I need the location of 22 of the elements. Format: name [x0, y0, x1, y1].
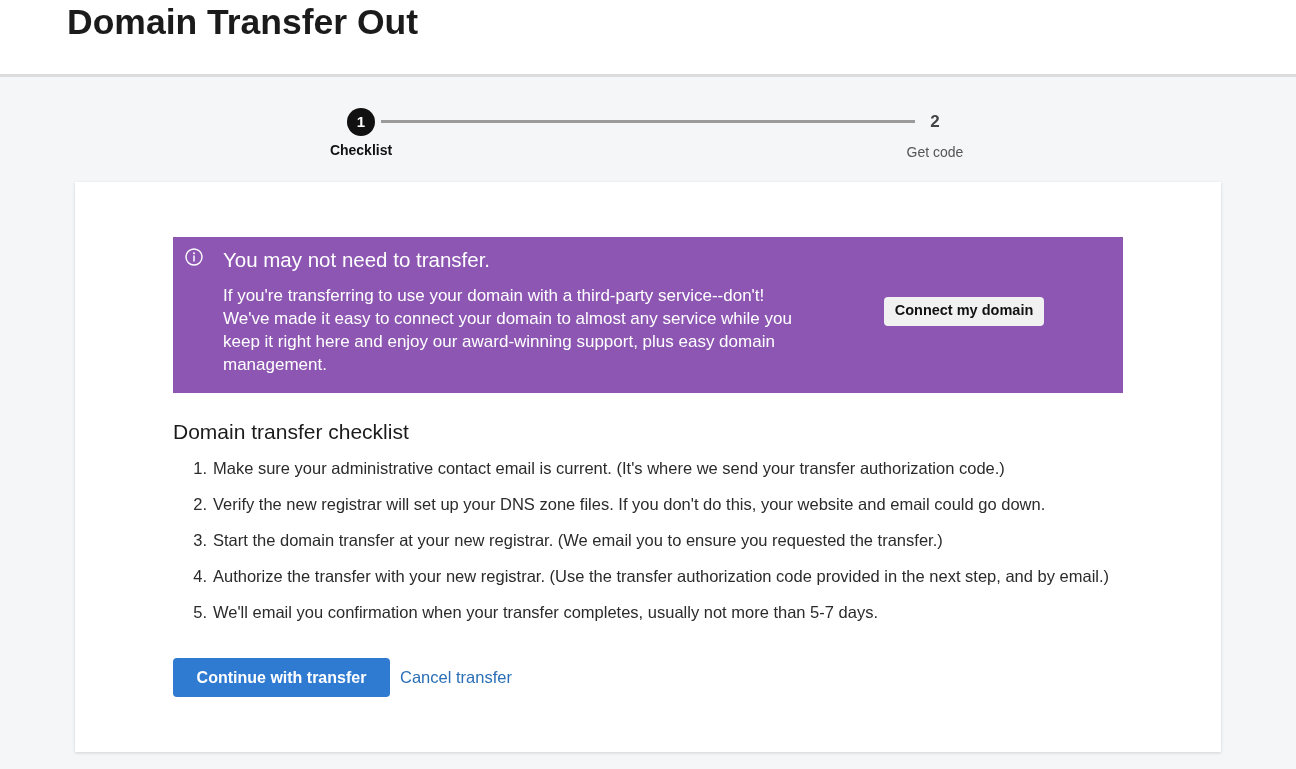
step-number: 2	[929, 111, 941, 134]
list-number: 3.	[192, 530, 207, 551]
checklist-item: Make sure your administrative contact email is current. (It's where we send your transfer authorization code.)	[213, 458, 1005, 479]
notice-text: If you're transferring to use your domain with a third-party service--don't! We've made it easy to connect your domain to almost any service while you keep it right here and enjoy our award-winning support, plus easy domain management.	[223, 285, 793, 376]
step-number: 1	[347, 108, 375, 136]
checklist-item: Verify the new registrar will set up your DNS zone files. If you don't do this, your website and email could go down.	[213, 494, 1046, 515]
cancel-transfer-link[interactable]: Cancel transfer	[400, 665, 512, 690]
list-number: 5.	[192, 602, 207, 623]
list-number: 1.	[192, 458, 207, 479]
connect-domain-button[interactable]: Connect my domain	[883, 296, 1045, 326]
notice-title: You may not need to transfer.	[223, 247, 492, 273]
continue-transfer-button[interactable]: Continue with transfer	[173, 658, 390, 697]
checklist-item: We'll email you confirmation when your transfer completes, usually not more than 5-7 days.	[213, 602, 878, 623]
list-number: 2.	[192, 494, 207, 515]
list-number: 4.	[192, 566, 207, 587]
checklist-item: Start the domain transfer at your new registrar. (We email you to ensure you requested the transfer.)	[213, 530, 943, 551]
checklist-item: Authorize the transfer with your new registrar. (Use the transfer authorization code provided in the next step, and by email.)	[213, 566, 1110, 587]
page-title: Domain Transfer Out	[67, 1, 420, 43]
checklist-title: Domain transfer checklist	[173, 419, 410, 445]
step-label: Get code	[906, 143, 964, 162]
step-label: Checklist	[329, 141, 393, 160]
info-icon	[185, 248, 203, 266]
